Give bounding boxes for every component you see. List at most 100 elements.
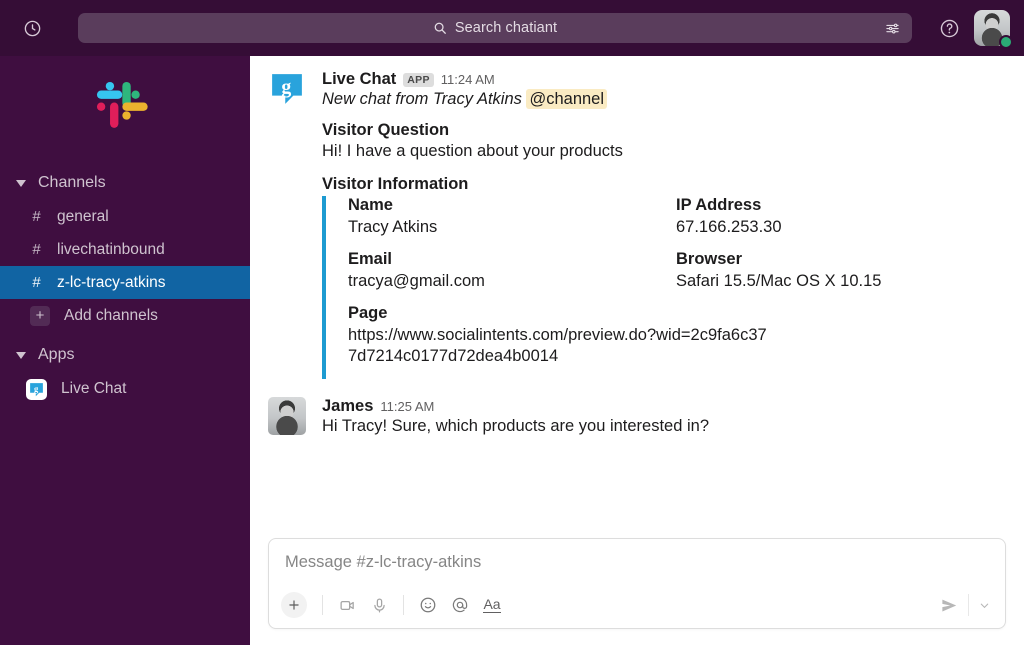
svg-text:g: g [34,383,39,393]
field-value: tracya@gmail.com [348,272,485,291]
message-header: Live Chat APP 11:24 AM [322,70,1004,89]
avatar-photo [268,397,306,436]
live-chat-app-icon: g [26,378,47,400]
slack-logo [0,60,250,160]
clock-icon [24,20,40,36]
sidebar-section-apps[interactable]: Apps [0,338,250,372]
chevron-down-icon [16,351,26,359]
field-value: https://www.socialintents.com/preview.do… [348,326,767,366]
video-icon [339,600,354,610]
slack-window: Search chatiant Channels # general # liv… [0,0,1024,645]
message-author[interactable]: Live Chat [322,70,396,89]
message-subtitle: New chat from Tracy Atkins @channel [322,89,1004,109]
search-input[interactable]: Search chatiant [78,13,912,43]
plus-icon: + [30,305,50,326]
field-label: Name [348,196,393,214]
toolbar-divider [322,595,323,615]
formatting-button[interactable]: Aa [477,590,507,620]
message-input[interactable]: Message #z-lc-tracy-atkins [269,539,1005,586]
james-avatar[interactable] [268,397,306,436]
sidebar-item-label: Add channels [64,306,158,324]
field-ip-address: IP Address 67.166.253.30 [676,196,1004,238]
field-label: IP Address [676,196,762,214]
visitor-information-title: Visitor Information [322,175,469,193]
plus-icon [289,600,299,610]
history-button[interactable] [14,10,50,46]
send-options-button[interactable] [973,600,995,611]
hash-icon: # [32,274,41,291]
sidebar-item-general[interactable]: # general [0,200,250,233]
field-email: Email tracya@gmail.com [348,250,676,292]
search-icon [434,22,446,34]
sidebar-item-label: general [57,207,109,225]
message-james: James 11:25 AM Hi Tracy! Sure, which pro… [250,393,1024,440]
filter-sliders-icon[interactable] [885,21,900,36]
field-label: Email [348,250,393,269]
field-name: Name Tracy Atkins [348,196,676,238]
field-value: Tracy Atkins [348,218,438,236]
field-page: Page https://www.socialintents.com/previ… [348,304,1004,367]
chevron-down-icon [980,603,988,608]
search-placeholder-text: Search chatiant [454,20,558,36]
body-row: Channels # general # livechatinbound # z… [0,56,1024,645]
help-circle-icon [940,19,958,37]
composer-toolbar: Aa [269,586,1005,628]
svg-text:g: g [281,76,291,98]
message-list: g Live Chat APP 11:24 AM New chat from T… [250,56,1024,538]
message-timestamp[interactable]: 11:25 AM [380,399,434,414]
send-divider [968,594,969,616]
field-label: Browser [676,250,743,269]
audio-button[interactable] [364,590,394,620]
message-timestamp[interactable]: 11:24 AM [441,72,495,87]
slack-logo-icon [96,81,148,128]
video-button[interactable] [332,590,362,620]
sidebar-item-label: Live Chat [61,380,127,397]
live-chat-app-avatar[interactable]: g [268,70,306,108]
visitor-information-attachment: Name Tracy Atkins IP Address 67.166.253.… [322,196,1004,380]
channel-mention[interactable]: @channel [526,89,608,109]
composer-send-group [934,590,995,620]
chevron-down-icon [16,179,26,187]
microphone-icon [373,597,385,613]
message-composer[interactable]: Message #z-lc-tracy-atkins Aa [268,538,1006,629]
hash-icon: # [32,208,41,225]
send-icon [941,599,956,611]
field-label: Page [348,304,388,323]
field-value: Safari 15.5/Mac OS X 10.15 [676,272,882,291]
sidebar-item-label: livechatinbound [57,240,165,258]
field-browser: Browser Safari 15.5/Mac OS X 10.15 [676,250,1004,292]
sidebar-item-live-chat[interactable]: g Live Chat [0,372,250,406]
add-attachment-button[interactable] [281,592,307,618]
app-badge: APP [403,73,434,87]
sidebar-item-z-lc-tracy-atkins[interactable]: # z-lc-tracy-atkins [0,266,250,299]
sidebar-item-livechatinbound[interactable]: # livechatinbound [0,233,250,266]
message-header: James 11:25 AM [322,397,1004,416]
help-button[interactable] [932,11,966,45]
mention-button[interactable] [445,590,475,620]
hash-icon: # [32,241,41,258]
visitor-fields: Name Tracy Atkins IP Address 67.166.253.… [348,196,1004,379]
message-subtitle-text: New chat from Tracy Atkins [322,90,527,108]
visitor-question-text: Hi! I have a question about your product… [322,142,623,160]
toolbar-divider [403,595,404,615]
main-panel: g Live Chat APP 11:24 AM New chat from T… [250,56,1024,645]
formatting-aa-icon: Aa [483,596,501,613]
top-bar: Search chatiant [0,0,1024,56]
message-body: James 11:25 AM Hi Tracy! Sure, which pro… [322,397,1004,436]
message-author[interactable]: James [322,397,373,416]
sidebar-section-label: Channels [38,174,106,191]
mention-at-icon [452,597,468,613]
emoji-button[interactable] [413,590,443,620]
presence-indicator [999,35,1013,49]
emoji-icon [420,597,436,613]
sidebar-item-add-channels[interactable]: + Add channels [0,299,250,332]
message-text: Hi Tracy! Sure, which products are you i… [322,417,710,436]
visitor-question-title: Visitor Question [322,121,450,139]
user-avatar[interactable] [974,10,1013,49]
message-live-chat: g Live Chat APP 11:24 AM New chat from T… [250,66,1024,383]
send-button[interactable] [934,590,964,620]
message-body: Live Chat APP 11:24 AM New chat from Tra… [322,70,1004,380]
sidebar-section-label: Apps [38,346,75,363]
sidebar-item-label: z-lc-tracy-atkins [57,273,166,291]
sidebar-section-channels[interactable]: Channels [0,166,250,200]
